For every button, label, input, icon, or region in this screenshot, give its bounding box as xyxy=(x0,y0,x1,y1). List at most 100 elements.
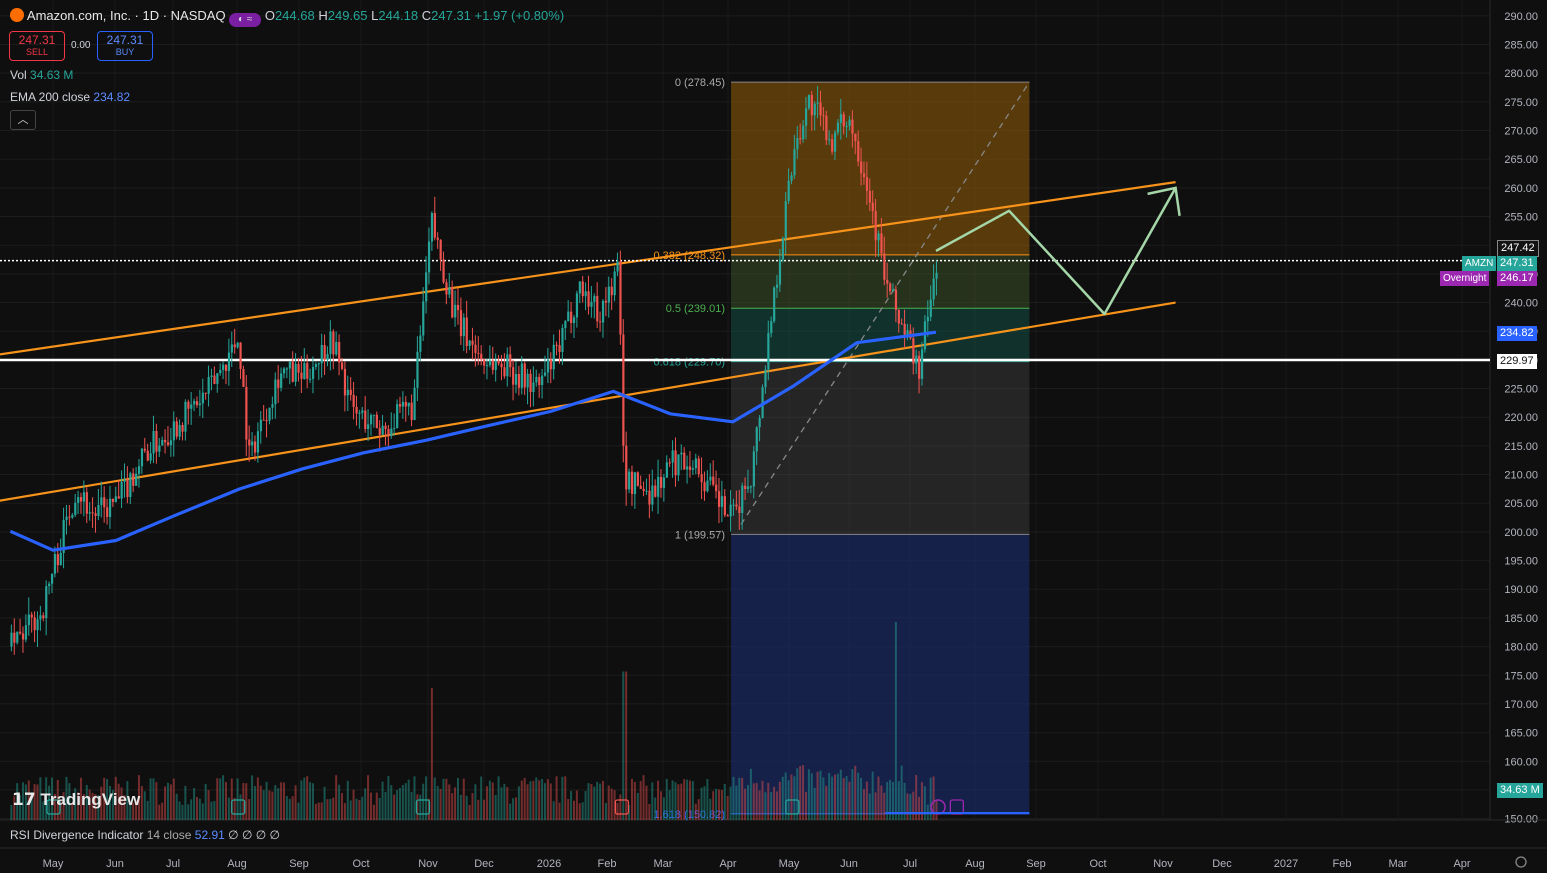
candle-body xyxy=(338,342,341,363)
volume-bar xyxy=(483,799,486,820)
candle-body xyxy=(813,103,816,116)
candle-body xyxy=(288,361,291,369)
volume-bar xyxy=(732,776,735,820)
session-toggle-icon[interactable]: ◐ ≈ xyxy=(229,13,262,27)
volume-bar xyxy=(338,784,341,820)
candle-body xyxy=(622,334,625,446)
volume-bar xyxy=(245,783,248,820)
volume-bar xyxy=(839,769,842,820)
candle-body xyxy=(48,583,51,587)
candle-body xyxy=(897,309,900,324)
volume-bar xyxy=(790,774,793,820)
volume-bar xyxy=(193,788,196,820)
volume-legend[interactable]: Vol 34.63 M xyxy=(10,68,73,82)
candle-body xyxy=(619,261,622,335)
collapse-legend-button[interactable]: ︿ xyxy=(10,110,36,130)
candle-body xyxy=(442,259,445,283)
chevron-up-icon: ︿ xyxy=(17,114,29,126)
volume-bar xyxy=(207,790,210,820)
candle-body xyxy=(842,114,845,127)
volume-bar xyxy=(778,781,781,820)
volume-bar xyxy=(549,783,552,820)
candle-body xyxy=(245,386,248,440)
candle-body xyxy=(195,401,199,406)
candle-body xyxy=(13,632,16,643)
open-value: 244.68 xyxy=(274,8,315,23)
candle-body xyxy=(601,300,605,323)
candle-body xyxy=(277,379,280,388)
volume-bar xyxy=(900,765,903,820)
volume-bar xyxy=(645,785,648,820)
candle-body xyxy=(741,485,744,514)
candle-body xyxy=(335,342,338,355)
volume-bar xyxy=(567,799,570,820)
volume-bar xyxy=(746,784,749,820)
settings-gear-icon[interactable] xyxy=(1515,856,1527,868)
sell-button[interactable]: 247.31 SELL xyxy=(9,31,65,61)
volume-bar xyxy=(816,771,819,820)
volume-bar xyxy=(712,791,715,820)
volume-bar xyxy=(430,688,433,820)
volume-bar xyxy=(369,792,372,820)
volume-bar xyxy=(340,793,343,820)
open-label: O xyxy=(264,8,275,23)
volume-bar xyxy=(224,782,227,820)
volume-bar xyxy=(857,772,860,820)
candle-body xyxy=(915,355,918,364)
buy-button[interactable]: 247.31 BUY xyxy=(97,31,153,61)
candle-body xyxy=(706,480,709,492)
volume-bar xyxy=(514,797,517,820)
candle-body xyxy=(633,472,637,495)
candle-body xyxy=(543,372,547,376)
volume-bar xyxy=(691,781,694,820)
candle-body xyxy=(201,392,204,404)
candle-body xyxy=(462,317,465,337)
candle-body xyxy=(889,283,892,292)
candle-body xyxy=(744,485,747,489)
candle-body xyxy=(166,442,170,446)
volume-bar xyxy=(842,777,845,820)
volume-bar xyxy=(622,671,625,820)
candle-body xyxy=(831,139,834,152)
volume-bar xyxy=(735,785,738,820)
volume-bar xyxy=(703,786,706,820)
candle-body xyxy=(108,498,112,517)
y-tick-label: 190.00 xyxy=(1504,584,1538,596)
volume-bar xyxy=(161,802,164,820)
candle-body xyxy=(514,373,518,385)
candle-body xyxy=(59,552,62,566)
volume-bar xyxy=(625,671,628,820)
candle-body xyxy=(912,338,915,364)
x-tick-label: Jun xyxy=(840,858,858,870)
y-tick-label: 265.00 xyxy=(1504,154,1538,166)
x-tick-label: Jul xyxy=(166,858,180,870)
candle-body xyxy=(332,331,335,355)
volume-bar xyxy=(468,804,471,820)
rsi-legend[interactable]: RSI Divergence Indicator 14 close 52.91 … xyxy=(10,828,280,842)
candle-body xyxy=(187,401,190,409)
volume-bar xyxy=(709,798,712,820)
x-tick-label: Dec xyxy=(474,858,494,870)
candle-body xyxy=(222,364,225,370)
candle-body xyxy=(468,340,471,347)
candle-body xyxy=(216,373,219,384)
volume-bar xyxy=(775,791,778,820)
candle-body xyxy=(274,379,277,405)
candle-body xyxy=(367,424,370,429)
candle-body xyxy=(39,615,42,620)
price-chart[interactable]: 290.00 285.00 280.00 275.00 270.00 265.00 260.… xyxy=(0,0,1547,873)
candle-body xyxy=(790,175,793,181)
symbol-title[interactable]: Amazon.com, Inc. · 1D · NASDAQ xyxy=(27,8,226,23)
candle-body xyxy=(845,125,848,127)
candle-body xyxy=(683,452,686,470)
candle-body xyxy=(103,497,106,508)
volume-bar xyxy=(758,790,761,820)
volume-bar xyxy=(500,787,503,820)
ema-legend[interactable]: EMA 200 close 234.82 xyxy=(10,90,130,104)
volume-bar xyxy=(326,799,329,820)
volume-bar xyxy=(346,780,349,820)
fib-level-label: 1 (199.57) xyxy=(675,529,725,541)
volume-bar xyxy=(410,791,413,820)
candle-body xyxy=(848,119,851,126)
volume-bar xyxy=(288,798,291,820)
